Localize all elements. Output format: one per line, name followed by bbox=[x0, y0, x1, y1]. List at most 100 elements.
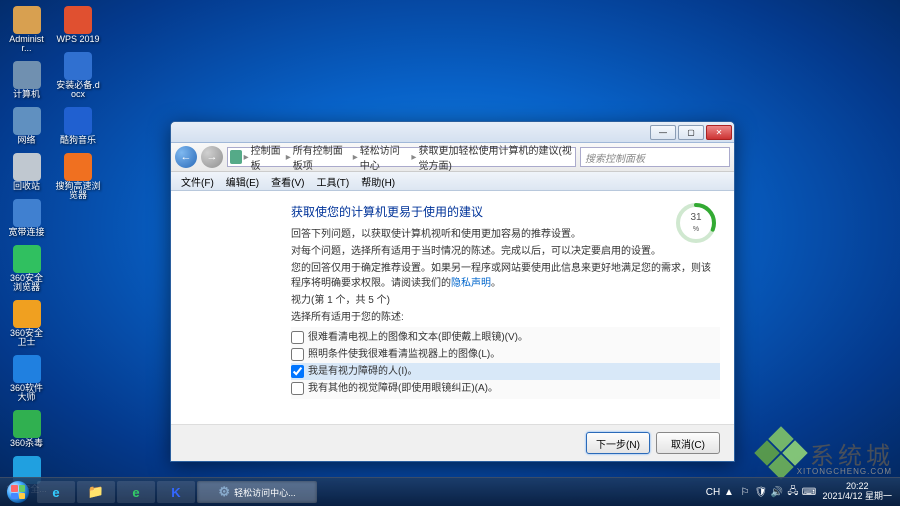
desktop-icon[interactable]: WPS 2019 bbox=[52, 4, 104, 46]
breadcrumb-item[interactable]: 控制面板 bbox=[251, 142, 284, 172]
icon-label: 搜狗高速浏览器 bbox=[54, 182, 102, 200]
tray-icon[interactable]: 🖧 bbox=[786, 486, 799, 499]
option-row[interactable]: 很难看清电视上的图像和文本(即使戴上眼镜)(V)。 bbox=[291, 329, 720, 346]
watermark-subtext: XITONGCHENG.COM bbox=[797, 467, 892, 476]
progress-unit: % bbox=[693, 225, 699, 236]
app-icon bbox=[13, 107, 41, 135]
taskbar[interactable]: e 📁 e K ⚙轻松访问中心... CH▲⚐🛡🔊🖧⌨ 20:22 2021/4/12 … bbox=[0, 477, 900, 506]
app-icon: K bbox=[171, 485, 180, 500]
app-icon bbox=[64, 153, 92, 181]
progress-indicator: 31% bbox=[674, 201, 718, 245]
desktop: Administr... 计算机网络回收站宽带连接 360安全浏览器 360安全卫士 3… bbox=[0, 0, 900, 506]
taskbar-app-label: 轻松访问中心... bbox=[234, 486, 296, 499]
app-icon bbox=[13, 410, 41, 438]
tray-icon[interactable]: ⌨ bbox=[802, 486, 815, 499]
option-checkbox[interactable] bbox=[291, 348, 304, 361]
app-icon bbox=[13, 199, 41, 227]
tray-icon[interactable]: 🛡 bbox=[754, 486, 767, 499]
option-checkbox[interactable] bbox=[291, 331, 304, 344]
app-icon: 📁 bbox=[88, 484, 104, 500]
tray-icon[interactable]: CH bbox=[706, 486, 719, 499]
desktop-icon[interactable]: 360安全浏览器 bbox=[4, 243, 49, 294]
icon-label: Administr... bbox=[6, 35, 47, 53]
desktop-icon[interactable]: 360安全卫士 bbox=[4, 298, 49, 349]
watermark-text: 系统城 bbox=[810, 436, 894, 471]
option-row[interactable]: 我有其他的视觉障碍(即使用眼镜纠正)(A)。 bbox=[291, 380, 720, 397]
app-icon bbox=[13, 300, 41, 328]
app-icon bbox=[64, 6, 92, 34]
icon-label: 宽带连接 bbox=[8, 228, 44, 237]
option-checkbox[interactable] bbox=[291, 365, 304, 378]
taskbar-app-button[interactable]: e bbox=[117, 481, 155, 503]
desktop-icon[interactable]: 酷狗音乐 bbox=[52, 105, 104, 147]
app-icon bbox=[13, 6, 41, 34]
app-icon: e bbox=[52, 485, 59, 500]
icon-label: WPS 2019 bbox=[56, 35, 99, 44]
app-icon bbox=[13, 61, 41, 89]
option-checkbox[interactable] bbox=[291, 382, 304, 395]
window-titlebar[interactable]: — ▢ ✕ bbox=[171, 122, 734, 143]
icon-label: 回收站 bbox=[13, 182, 40, 191]
taskbar-app-button[interactable]: K bbox=[157, 481, 195, 503]
option-label: 照明条件使我很难看清监视器上的图像(L)。 bbox=[308, 347, 500, 362]
close-button[interactable]: ✕ bbox=[706, 125, 732, 140]
option-label: 我是有视力障碍的人(I)。 bbox=[308, 364, 417, 379]
app-icon: e bbox=[132, 485, 139, 500]
desktop-icon[interactable]: 搜狗高速浏览器 bbox=[52, 151, 104, 202]
desktop-icon[interactable]: 360软件大师 bbox=[4, 353, 49, 404]
tray-icon[interactable]: 🔊 bbox=[770, 486, 783, 499]
app-icon bbox=[64, 52, 92, 80]
minimize-button[interactable]: — bbox=[650, 125, 676, 140]
desktop-icon[interactable]: 回收站 bbox=[4, 151, 49, 193]
option-row[interactable]: 照明条件使我很难看清监视器上的图像(L)。 bbox=[291, 346, 720, 363]
taskbar-app-button[interactable]: ⚙轻松访问中心... bbox=[197, 481, 317, 503]
section-prompt: 选择所有适用于您的陈述: bbox=[291, 310, 720, 325]
menu-item[interactable]: 编辑(E) bbox=[220, 174, 265, 189]
desktop-icon[interactable]: 安装必备.docx bbox=[52, 50, 104, 101]
desktop-icon[interactable]: 网络 bbox=[4, 105, 49, 147]
option-row[interactable]: 我是有视力障碍的人(I)。 bbox=[291, 363, 720, 380]
control-panel-icon bbox=[230, 150, 242, 164]
desktop-icons-column-1: Administr... 计算机网络回收站宽带连接 360安全浏览器 360安全卫士 3… bbox=[4, 4, 49, 500]
intro-text-2: 对每个问题，选择所有适用于当时情况的陈述。完成以后，可以决定要启用的设置。 bbox=[291, 244, 720, 259]
cancel-button[interactable]: 取消(C) bbox=[656, 432, 720, 454]
app-icon bbox=[64, 107, 92, 135]
taskbar-app-button[interactable]: e bbox=[37, 481, 75, 503]
privacy-link[interactable]: 隐私声明 bbox=[451, 278, 491, 289]
desktop-icons-column-2: WPS 2019 安装必备.docx 酷狗音乐搜狗高速浏览器 bbox=[52, 4, 104, 206]
control-panel-window: — ▢ ✕ ← → ▸ 控制面板 ▸ 所有控制面板项 ▸ 轻松访问中心 ▸ 获取… bbox=[170, 121, 735, 462]
app-icon bbox=[13, 355, 41, 383]
desktop-icon[interactable]: 宽带连接 bbox=[4, 197, 49, 239]
menu-item[interactable]: 文件(F) bbox=[175, 174, 220, 189]
desktop-icon[interactable]: 计算机 bbox=[4, 59, 49, 101]
next-button[interactable]: 下一步(N) bbox=[586, 432, 650, 454]
menu-item[interactable]: 查看(V) bbox=[265, 174, 310, 189]
breadcrumb-item[interactable]: 获取更加轻松使用计算机的建议(视觉方面) bbox=[418, 142, 573, 172]
intro-text-1: 回答下列问题，以获取使计算机视听和使用更加容易的推荐设置。 bbox=[291, 227, 720, 242]
search-input[interactable]: 搜索控制面板 bbox=[580, 147, 730, 167]
tray-icon[interactable]: ⚐ bbox=[738, 486, 751, 499]
start-button[interactable] bbox=[0, 478, 36, 506]
breadcrumb[interactable]: ▸ 控制面板 ▸ 所有控制面板项 ▸ 轻松访问中心 ▸ 获取更加轻松使用计算机的… bbox=[227, 147, 576, 167]
menu-item[interactable]: 工具(T) bbox=[310, 174, 355, 189]
icon-label: 安装必备.docx bbox=[54, 81, 102, 99]
content-area: 31% 获取使您的计算机更易于使用的建议 回答下列问题，以获取使计算机视听和使用… bbox=[171, 191, 734, 449]
icon-label: 计算机 bbox=[13, 90, 40, 99]
taskbar-clock[interactable]: 20:22 2021/4/12 星期一 bbox=[818, 482, 896, 502]
desktop-icon[interactable]: Administr... bbox=[4, 4, 49, 55]
tray-icon[interactable]: ▲ bbox=[722, 486, 735, 499]
section-step: 视力(第 1 个，共 5 个) bbox=[291, 293, 720, 308]
menu-item[interactable]: 帮助(H) bbox=[355, 174, 401, 189]
icon-label: 360安全卫士 bbox=[6, 329, 47, 347]
desktop-icon[interactable]: 360杀毒 bbox=[4, 408, 49, 450]
breadcrumb-item[interactable]: 轻松访问中心 bbox=[360, 142, 410, 172]
breadcrumb-item[interactable]: 所有控制面板项 bbox=[293, 142, 351, 172]
maximize-button[interactable]: ▢ bbox=[678, 125, 704, 140]
taskbar-app-button[interactable]: 📁 bbox=[77, 481, 115, 503]
back-button[interactable]: ← bbox=[175, 146, 197, 168]
option-label: 我有其他的视觉障碍(即使用眼镜纠正)(A)。 bbox=[308, 381, 498, 396]
app-icon bbox=[13, 153, 41, 181]
icon-label: 360杀毒 bbox=[10, 439, 43, 448]
intro-text-3: 您的回答仅用于确定推荐设置。如果另一程序或网站要使用此信息来更好地满足您的需求，… bbox=[291, 261, 720, 291]
forward-button[interactable]: → bbox=[201, 146, 223, 168]
